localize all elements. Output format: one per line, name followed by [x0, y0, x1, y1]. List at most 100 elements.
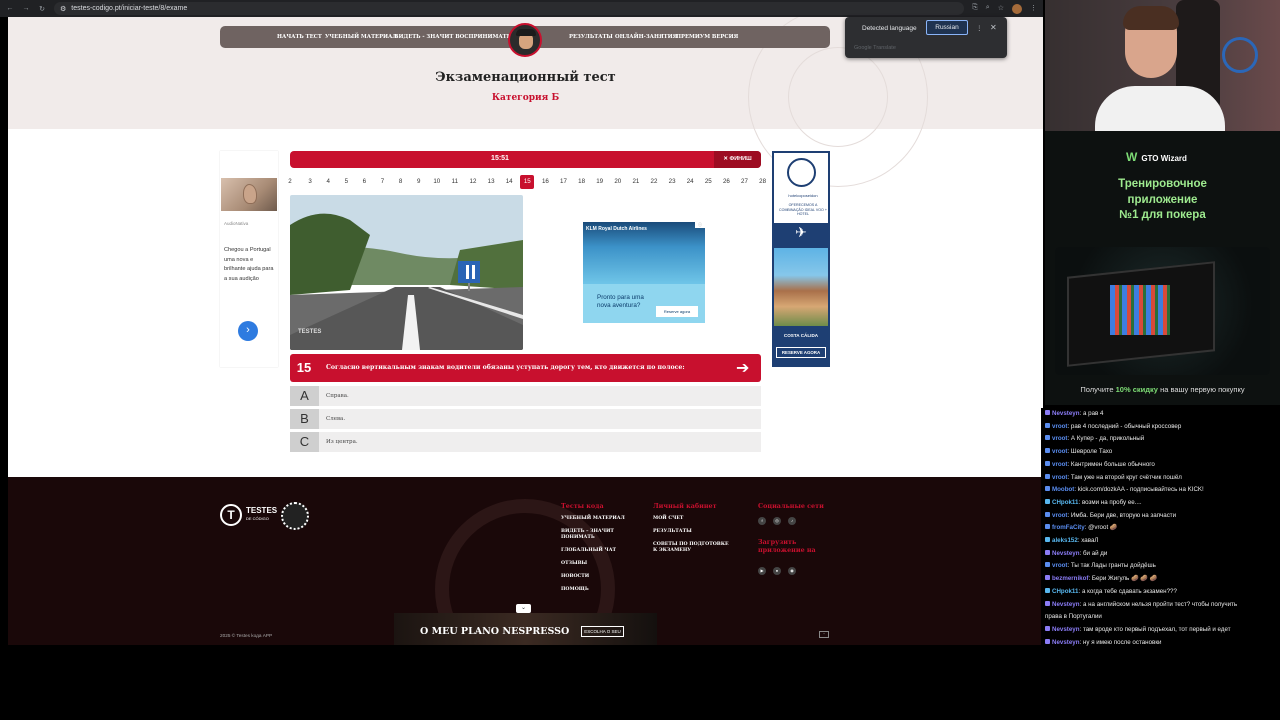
ad-cta-button[interactable]: Reserve agora [656, 306, 698, 317]
question-number-22[interactable]: 24 [683, 175, 697, 189]
chat-username[interactable]: fromFaCity [1052, 524, 1085, 531]
instagram-icon[interactable]: ◎ [773, 517, 781, 525]
chat-username[interactable]: aleks152 [1052, 537, 1078, 544]
nav-start-test[interactable]: НАЧАТЬ ТЕСТ [277, 34, 322, 40]
question-number-4[interactable]: 6 [357, 175, 371, 189]
menu-icon[interactable]: ⋮ [1030, 4, 1037, 14]
chat-username[interactable]: CHpok11 [1052, 588, 1078, 595]
question-number-11[interactable]: 13 [484, 175, 498, 189]
address-bar[interactable]: ⚙ testes-codigo.pt/iniciar-teste/8/exame [54, 2, 965, 15]
chat-username[interactable]: bezmernikof [1052, 575, 1088, 582]
right-ad[interactable]: hotelcoposeidon OFERECEMOS A COMBINAÇÃO … [772, 151, 830, 367]
question-number-17[interactable]: 19 [593, 175, 607, 189]
chat-username[interactable]: Moobot [1052, 486, 1074, 493]
chat-username[interactable]: vroot [1052, 512, 1067, 519]
bookmark-star-icon[interactable]: ☆ [998, 4, 1004, 14]
footer-logo[interactable]: T TESTES DE CÓDIGO [220, 504, 277, 526]
chat-username[interactable]: Nevsteyn [1052, 639, 1080, 646]
question-number-21[interactable]: 23 [665, 175, 679, 189]
question-number-16[interactable]: 18 [575, 175, 589, 189]
app-store-icon[interactable]: ◉ [788, 567, 796, 575]
site-logo-avatar[interactable] [508, 23, 542, 57]
google-play-icon[interactable]: ▶ [758, 567, 766, 575]
gto-wizard-ad[interactable]: W GTO Wizard Тренировочное приложение №1 … [1045, 131, 1280, 405]
bottom-banner-ad[interactable]: ⌄ O MEU PLANO NESPRESSO ESCOLHA O SEU [394, 604, 657, 645]
ad-cta-button[interactable]: ESCOLHA O SEU [581, 626, 624, 637]
question-number-14[interactable]: 16 [538, 175, 552, 189]
tiktok-icon[interactable]: ♪ [788, 517, 796, 525]
forward-icon[interactable]: → [22, 5, 30, 12]
question-number-9[interactable]: 11 [448, 175, 462, 189]
answer-option-a[interactable]: A Справа. [290, 386, 761, 406]
question-number-23[interactable]: 25 [701, 175, 715, 189]
nav-study-material[interactable]: УЧЕБНЫЙ МАТЕРИАЛ [325, 34, 397, 40]
site-info-icon[interactable]: ⚙ [60, 5, 66, 13]
nav-results[interactable]: РЕЗУЛЬТАТЫ [569, 34, 613, 40]
question-number-15[interactable]: 17 [557, 175, 571, 189]
chat-username[interactable]: Nevsteyn [1052, 601, 1080, 608]
nav-online-lessons[interactable]: ОНЛАЙН-ЗАНЯТИЯ [615, 34, 677, 40]
question-number-0[interactable]: 2 [283, 175, 297, 189]
footer-link[interactable]: РЕЗУЛЬТАТЫ [653, 529, 733, 535]
chat-username[interactable]: Nevsteyn [1052, 626, 1080, 633]
chevron-right-icon[interactable]: › [238, 321, 258, 341]
answer-option-c[interactable]: C Из центра. [290, 432, 761, 452]
ad-reserve-button[interactable]: RESERVE AGORA [776, 347, 826, 358]
apple-icon[interactable]: ● [773, 567, 781, 575]
translate-icon[interactable]: ⎘ [972, 4, 978, 14]
chat-username[interactable]: vroot [1052, 474, 1067, 481]
question-number-26[interactable]: 28 [756, 175, 770, 189]
question-number-5[interactable]: 7 [376, 175, 390, 189]
question-number-3[interactable]: 5 [339, 175, 353, 189]
footer-link[interactable]: НОВОСТИ [561, 574, 631, 580]
nav-premium[interactable]: ПРЕМИУМ ВЕРСИЯ [676, 34, 738, 40]
question-number-20[interactable]: 22 [647, 175, 661, 189]
question-number-7[interactable]: 9 [412, 175, 426, 189]
question-number-25[interactable]: 27 [738, 175, 752, 189]
question-number-1[interactable]: 3 [303, 175, 317, 189]
question-number-2[interactable]: 4 [321, 175, 335, 189]
chat-username[interactable]: vroot [1052, 562, 1067, 569]
zoom-icon[interactable]: ⌕ [986, 4, 990, 14]
close-icon[interactable]: ✕ [990, 23, 997, 32]
chat-username[interactable]: vroot [1052, 461, 1067, 468]
back-icon[interactable]: ← [6, 5, 14, 12]
chat-username[interactable]: vroot [1052, 448, 1067, 455]
question-number-13[interactable]: 15 [520, 175, 535, 189]
facebook-icon[interactable]: f [758, 517, 766, 525]
detected-language-option[interactable]: Detected language [862, 25, 917, 32]
chevron-down-icon[interactable]: ⌄ [516, 604, 531, 613]
chat-username[interactable]: Nevsteyn [1052, 410, 1080, 417]
nav-see-perceive[interactable]: ВИДЕТЬ - ЗНАЧИТ ВОСПРИНИМАТЬ [394, 34, 511, 40]
russian-language-option[interactable]: Russian [926, 20, 968, 35]
footer-link[interactable]: УЧЕБНЫЙ МАТЕРИАЛ [561, 516, 631, 522]
question-number-12[interactable]: 14 [502, 175, 516, 189]
next-arrow-icon[interactable]: ➔ [736, 358, 749, 378]
footer-link[interactable]: СОВЕТЫ ПО ПОДГОТОВКЕ К ЭКЗАМЕНУ [653, 542, 733, 554]
question-number-10[interactable]: 12 [466, 175, 480, 189]
chat-username[interactable]: vroot [1052, 423, 1067, 430]
footer-link[interactable]: ПОМОЩЬ [561, 587, 631, 593]
chat-username[interactable]: vroot [1052, 435, 1067, 442]
left-ad[interactable]: AudioNativa Chegou a Portugal uma nova e… [220, 151, 278, 367]
footer-link[interactable]: ВИДЕТЬ – ЗНАЧИТ ПОНИМАТЬ [561, 529, 631, 541]
chat-text: @vroot 🥔 [1088, 524, 1118, 532]
footer-link[interactable]: МОЙ СЧЕТ [653, 516, 733, 522]
question-number-19[interactable]: 21 [629, 175, 643, 189]
center-ad[interactable]: KLM Royal Dutch Airlines Pronto para uma… [583, 222, 705, 323]
ad-info-icon[interactable]: ⓘ [695, 222, 705, 228]
question-number-6[interactable]: 8 [394, 175, 408, 189]
question-number-8[interactable]: 10 [430, 175, 444, 189]
footer-link[interactable]: ОТЗЫВЫ [561, 561, 631, 567]
scroll-top-icon[interactable]: ⌃ [819, 631, 829, 638]
reload-icon[interactable]: ↻ [38, 5, 46, 13]
question-number-18[interactable]: 20 [611, 175, 625, 189]
profile-avatar[interactable] [1012, 3, 1022, 14]
finish-button[interactable]: ✕ ФИНИШ [714, 151, 761, 168]
footer-link[interactable]: ГЛОБАЛЬНЫЙ ЧАТ [561, 548, 631, 554]
chat-username[interactable]: Nevsteyn [1052, 550, 1080, 557]
answer-option-b[interactable]: B Слева. [290, 409, 761, 429]
chat-username[interactable]: CHpok11 [1052, 499, 1078, 506]
more-options-icon[interactable]: ⋮ [976, 24, 983, 32]
question-number-24[interactable]: 26 [719, 175, 733, 189]
